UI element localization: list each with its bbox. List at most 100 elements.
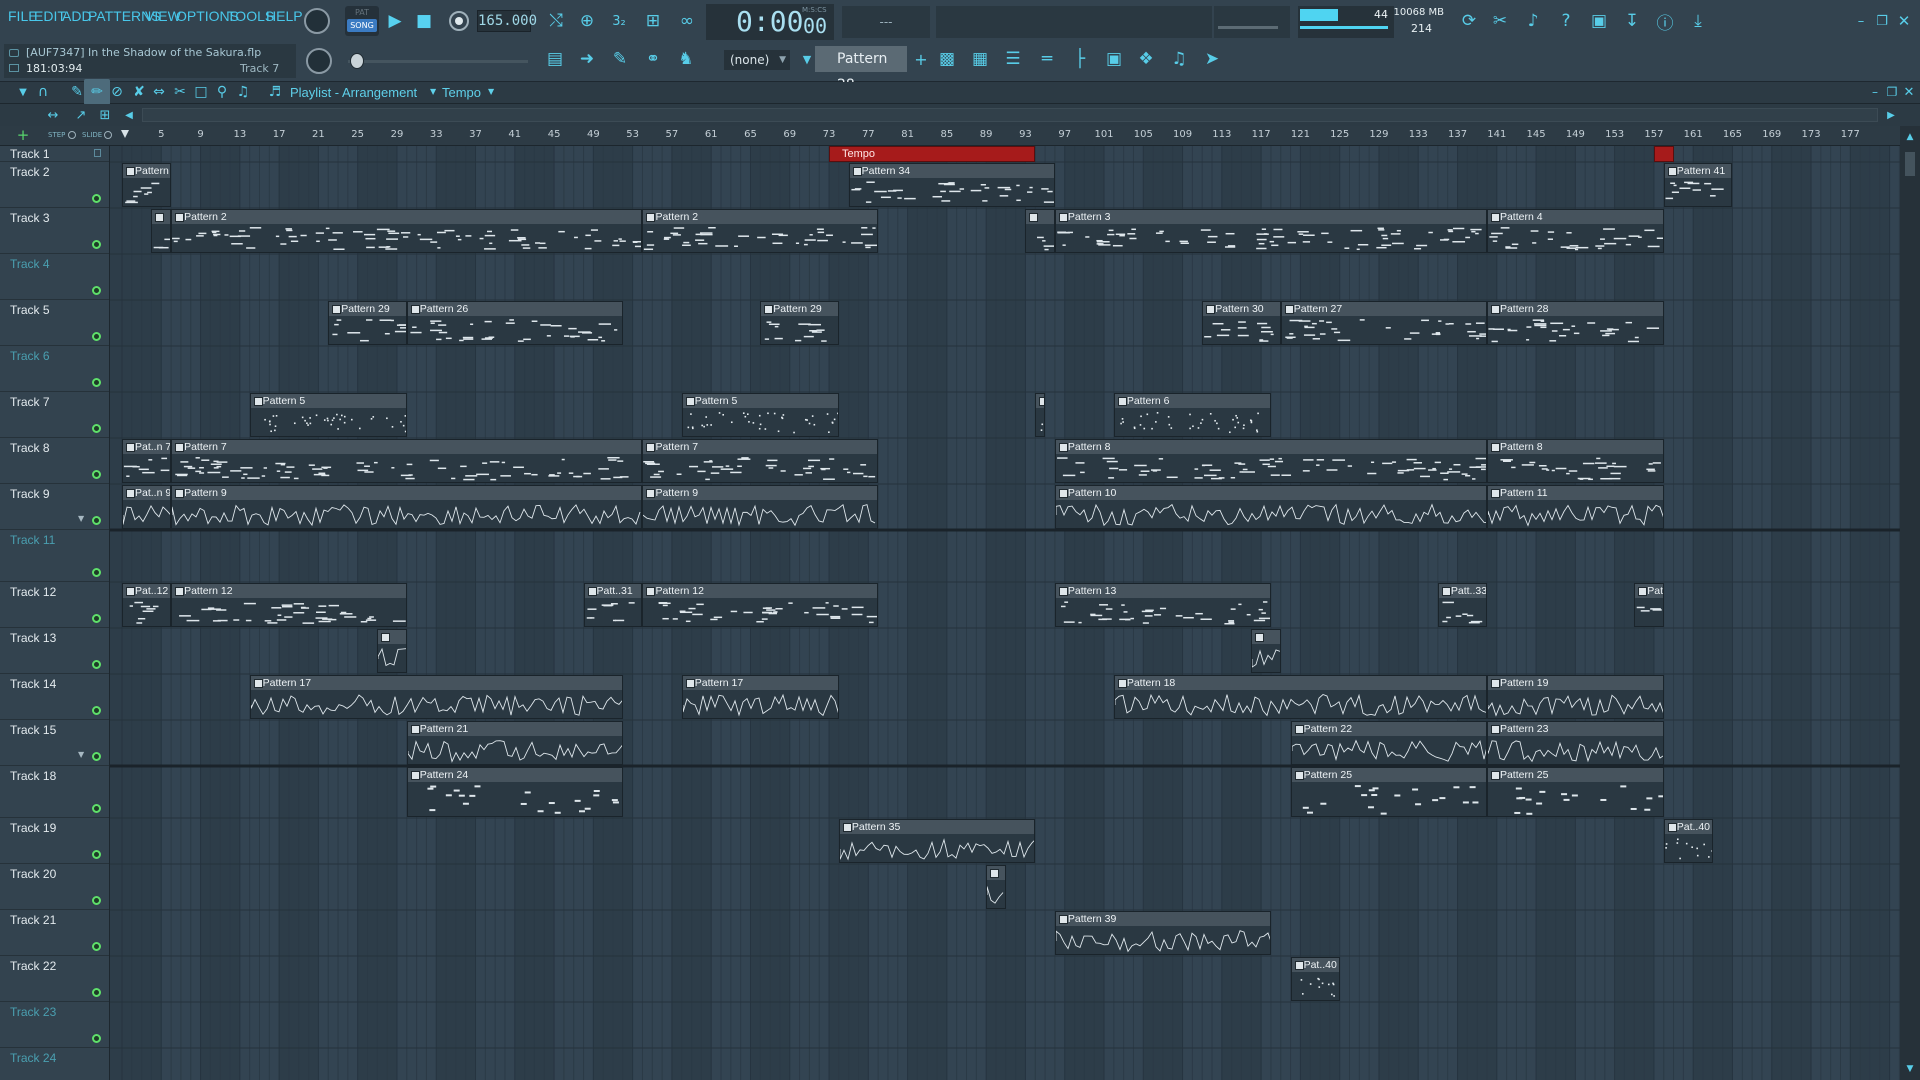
track-name[interactable]: Track 9 <box>10 487 50 501</box>
track-mute-led[interactable] <box>92 568 101 577</box>
playback-tool-icon[interactable]: ♫ <box>230 79 256 105</box>
lock-icon[interactable] <box>94 149 101 157</box>
scroll-down-icon[interactable]: ▼ <box>1897 1056 1920 1080</box>
track-header[interactable]: Track 13 <box>0 628 109 674</box>
speaker-icon[interactable]: ♬ <box>262 79 288 105</box>
pattern-clip[interactable]: Pattern 4 <box>1486 209 1664 253</box>
pattern-clip[interactable]: Pattern 11 <box>1486 485 1664 529</box>
pattern-clip[interactable]: Pattern 22 <box>1290 721 1487 765</box>
track-header[interactable]: Track 1 <box>0 146 109 162</box>
track-header[interactable]: Track 14 <box>0 674 109 720</box>
pattern-clip[interactable]: Pattern 26 <box>406 301 623 345</box>
track-name[interactable]: Track 22 <box>10 959 56 973</box>
track-name[interactable]: Track 11 <box>10 533 55 547</box>
track-mute-led[interactable] <box>92 424 101 433</box>
track-mute-led[interactable] <box>92 1034 101 1043</box>
pattern-clip[interactable]: Pattern 17 <box>249 675 623 719</box>
master-pitch-knob[interactable] <box>306 48 332 74</box>
pattern-clip[interactable]: Pattern 10 <box>1054 485 1487 529</box>
pencil-icon[interactable]: ✎ <box>607 46 633 72</box>
snap-select[interactable]: (none) ▼ <box>724 50 790 70</box>
pattern-clip[interactable]: Pattern 29 <box>328 301 407 345</box>
pattern-clip[interactable] <box>986 865 1006 909</box>
pattern-clip[interactable]: Pattern 8 <box>1486 439 1664 483</box>
bar-ruler[interactable]: + STEP SLIDE 5 9 13 17 21 25 29 33 37 41 45 49 53 57 6… <box>0 126 1920 146</box>
refresh-icon[interactable]: ⟳ <box>1456 8 1482 34</box>
tuner-icon[interactable]: ♫ <box>1166 46 1192 72</box>
pattern-clip[interactable]: Pattern 21 <box>406 721 623 765</box>
zoom-h-icon[interactable]: ↔ <box>40 102 66 128</box>
track-header[interactable]: Track 15 ▼ <box>0 720 109 766</box>
pattern-clip[interactable] <box>1035 393 1046 437</box>
track-name[interactable]: Track 24 <box>10 1051 56 1065</box>
track-mute-led[interactable] <box>92 240 101 249</box>
master-pitch-slider[interactable] <box>348 60 528 63</box>
track-name[interactable]: Track 13 <box>10 631 56 645</box>
download-icon[interactable]: ⤓ <box>1685 8 1711 34</box>
pattern-clip[interactable]: Pattern 25 <box>1486 767 1664 817</box>
pattern-clip[interactable]: Pattern 5 <box>681 393 839 437</box>
add-pattern-icon[interactable]: + <box>908 46 934 72</box>
track-name[interactable]: Track 19 <box>10 821 56 835</box>
playlist-icon[interactable]: ▤ <box>542 46 568 72</box>
pattern-clip[interactable] <box>377 629 407 673</box>
pattern-clip[interactable]: Pattern 9 <box>171 485 643 529</box>
track-header[interactable]: Track 19 <box>0 818 109 864</box>
track-mute-led[interactable] <box>92 988 101 997</box>
time-display[interactable]: 0:00 00 M:S:CS <box>706 4 834 40</box>
view-mode-icon[interactable]: ⊞ <box>92 102 118 128</box>
track-name[interactable]: Track 18 <box>10 769 56 783</box>
stamp-icon[interactable]: ♞ <box>673 46 699 72</box>
pattern-clip[interactable]: Pattern 35 <box>838 819 1036 863</box>
track-header[interactable]: Track 23 <box>0 1002 109 1048</box>
track-name[interactable]: Track 3 <box>10 211 50 225</box>
piano-roll-icon[interactable]: ▩ <box>934 46 960 72</box>
track-mute-led[interactable] <box>92 378 101 387</box>
horizontal-scrollbar[interactable] <box>142 108 1878 122</box>
track-header[interactable]: Track 11 <box>0 530 109 582</box>
pattern-clip[interactable]: Pattern 25 <box>1290 767 1487 817</box>
master-volume-knob[interactable] <box>304 8 330 34</box>
stop-icon[interactable]: ■ <box>411 8 437 34</box>
vertical-scroll-thumb[interactable] <box>1905 152 1915 176</box>
pattern-clip[interactable]: Pattern 12 <box>642 583 879 627</box>
pattern-clip[interactable]: Pattern 34 <box>848 163 1055 207</box>
track-mute-led[interactable] <box>92 896 101 905</box>
playlist-title[interactable]: Playlist - Arrangement <box>290 85 417 100</box>
project-icon[interactable]: ▣ <box>1101 46 1127 72</box>
pattern-clip[interactable]: Pattern 39 <box>1054 911 1271 955</box>
mixer-icon[interactable]: ═ <box>1034 46 1060 72</box>
pattern-clip[interactable]: Pattern 24 <box>406 767 623 817</box>
pattern-clip[interactable]: Pat..n 9 <box>122 485 172 529</box>
pattern-clip[interactable]: Pattern 2 <box>642 209 879 253</box>
pattern-clip[interactable]: Pattern 12 <box>171 583 407 627</box>
track-name[interactable]: Track 7 <box>10 395 50 409</box>
tempo-display[interactable]: 165.000 <box>477 10 537 32</box>
master-pitch-slider-handle[interactable] <box>350 53 364 69</box>
pattern-clip[interactable]: Pattern 28 <box>1486 301 1664 345</box>
track-header[interactable]: Track 3 <box>0 208 109 254</box>
render-icon[interactable]: ↧ <box>1619 8 1645 34</box>
pattern-clip[interactable] <box>1251 629 1281 673</box>
track-name[interactable]: Track 23 <box>10 1005 56 1019</box>
metronome-icon[interactable]: ⤭ <box>543 8 569 34</box>
pattern-clip[interactable]: Pattern 7 <box>642 439 879 483</box>
track-header[interactable]: Track 7 <box>0 392 109 438</box>
scroll-up-icon[interactable]: ▲ <box>1897 124 1920 150</box>
track-header[interactable]: Track 18 <box>0 766 109 818</box>
record-button[interactable] <box>446 8 472 34</box>
track-mute-led[interactable] <box>92 470 101 479</box>
playhead-marker[interactable] <box>121 130 129 138</box>
pattern-song-switch[interactable]: PAT SONG <box>345 6 379 36</box>
loop-record-icon[interactable]: ∞ <box>674 8 700 34</box>
track-header[interactable]: Track 24 <box>0 1048 109 1080</box>
pattern-clip[interactable]: Pattern 5 <box>249 393 407 437</box>
track-mute-led[interactable] <box>92 660 101 669</box>
step-mode-toggle[interactable] <box>68 131 76 139</box>
send-icon[interactable]: ➤ <box>1199 46 1225 72</box>
pattern-clip[interactable]: Pattern 29 <box>760 301 839 345</box>
pattern-clip[interactable] <box>151 209 172 253</box>
track-name[interactable]: Track 20 <box>10 867 56 881</box>
track-name[interactable]: Track 15 <box>10 723 56 737</box>
track-name[interactable]: Track 12 <box>10 585 56 599</box>
